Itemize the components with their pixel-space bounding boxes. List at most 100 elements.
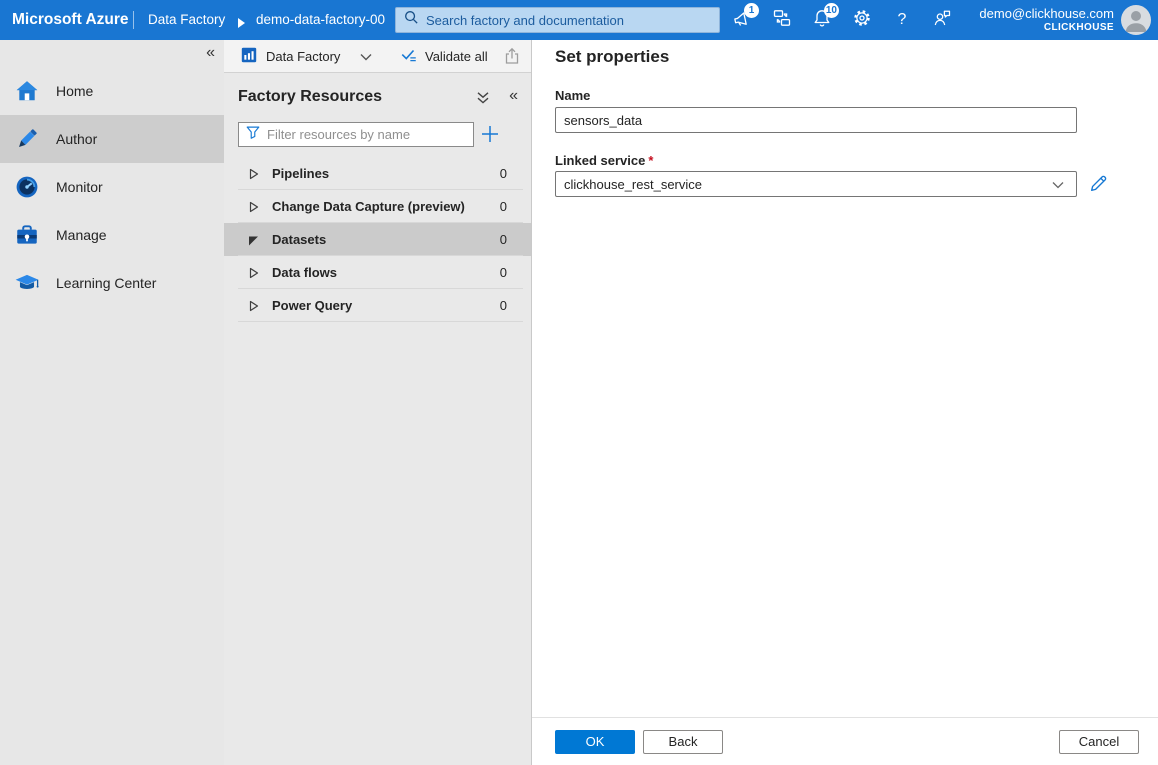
back-button[interactable]: Back xyxy=(643,730,723,754)
nav-collapse-button[interactable]: « xyxy=(206,45,215,61)
search-input[interactable] xyxy=(426,13,711,28)
sidebar-item-learning-center[interactable]: Learning Center xyxy=(0,259,224,307)
chevron-down-icon xyxy=(1052,177,1064,192)
tree-row-datasets[interactable]: Datasets 0 xyxy=(224,223,531,256)
top-header: Microsoft Azure Data Factory demo-data-f… xyxy=(0,0,1158,40)
header-divider xyxy=(133,11,134,29)
tree-row-count: 0 xyxy=(500,298,507,313)
factory-resources-panel: Data Factory Validate all Factory Resour… xyxy=(224,40,532,765)
announcements-button[interactable]: 1 xyxy=(722,0,762,40)
chevron-right-icon xyxy=(246,167,260,181)
add-resource-button[interactable] xyxy=(480,124,500,149)
tree-row-label: Power Query xyxy=(272,298,500,313)
azure-brand: Microsoft Azure xyxy=(12,0,129,40)
gauge-icon xyxy=(14,174,40,200)
cancel-button[interactable]: Cancel xyxy=(1059,730,1139,754)
sidebar-item-label: Author xyxy=(56,131,97,147)
chevron-right-icon xyxy=(246,266,260,280)
chevron-right-icon xyxy=(246,200,260,214)
left-nav: « Home Author Monitor Manage xyxy=(0,40,224,765)
tree-row-count: 0 xyxy=(500,199,507,214)
expand-all-button[interactable] xyxy=(475,90,491,111)
factory-toolbar: Data Factory Validate all xyxy=(224,40,531,73)
panel-collapse-button[interactable]: « xyxy=(509,88,518,104)
tree-row-power-query[interactable]: Power Query 0 xyxy=(224,289,531,322)
ok-button[interactable]: OK xyxy=(555,730,635,754)
breadcrumb-factory-name[interactable]: demo-data-factory-00 xyxy=(256,0,394,40)
linked-service-label-text: Linked service xyxy=(555,153,645,168)
sidebar-item-label: Monitor xyxy=(56,179,103,195)
sidebar-item-author[interactable]: Author xyxy=(0,115,224,163)
linked-service-label: Linked service* xyxy=(555,153,653,168)
edit-pencil-icon xyxy=(1088,181,1109,198)
resource-filter[interactable] xyxy=(238,122,474,147)
data-factory-icon xyxy=(240,46,258,67)
toolbox-icon xyxy=(14,222,40,248)
name-label: Name xyxy=(555,88,590,103)
user-email: demo@clickhouse.com xyxy=(979,5,1114,22)
sidebar-item-label: Manage xyxy=(56,227,107,243)
tree-row-count: 0 xyxy=(500,232,507,247)
breadcrumb-data-factory[interactable]: Data Factory xyxy=(148,0,225,40)
export-icon xyxy=(502,53,522,70)
sidebar-item-label: Home xyxy=(56,83,93,99)
tree-row-count: 0 xyxy=(500,265,507,280)
tree-row-label: Change Data Capture (preview) xyxy=(272,199,500,214)
export-button[interactable] xyxy=(502,46,522,71)
global-search[interactable] xyxy=(395,7,720,33)
gear-icon xyxy=(852,8,872,33)
help-button[interactable]: ? xyxy=(882,0,922,40)
notifications-badge: 10 xyxy=(824,3,839,18)
validate-all-button[interactable]: Validate all xyxy=(400,40,488,72)
sidebar-item-home[interactable]: Home xyxy=(0,67,224,115)
double-chevron-down-icon xyxy=(475,93,491,110)
set-properties-panel: Set properties Name Linked service* clic… xyxy=(532,40,1158,765)
required-asterisk: * xyxy=(648,153,653,168)
data-factory-menu-label: Data Factory xyxy=(266,49,340,64)
avatar[interactable] xyxy=(1121,5,1151,35)
filter-input[interactable] xyxy=(267,127,467,142)
switch-view-icon xyxy=(772,8,792,33)
page-title: Set properties xyxy=(555,47,669,67)
tree-row-data-flows[interactable]: Data flows 0 xyxy=(224,256,531,289)
graduation-cap-icon xyxy=(14,270,40,296)
edit-linked-service-button[interactable] xyxy=(1088,173,1109,199)
notifications-button[interactable]: 10 xyxy=(802,0,842,40)
tree-row-pipelines[interactable]: Pipelines 0 xyxy=(224,157,531,190)
data-factory-menu-button[interactable]: Data Factory xyxy=(240,40,372,72)
linked-service-dropdown[interactable]: clickhouse_rest_service xyxy=(555,171,1077,197)
feedback-person-icon xyxy=(932,8,952,33)
dialog-footer: OK Back Cancel xyxy=(532,717,1158,765)
announcements-badge: 1 xyxy=(744,3,759,18)
search-icon xyxy=(404,10,419,30)
sidebar-item-label: Learning Center xyxy=(56,275,156,291)
chevron-right-icon xyxy=(246,299,260,313)
resources-tree: Pipelines 0 Change Data Capture (preview… xyxy=(224,157,531,322)
validate-all-label: Validate all xyxy=(425,49,488,64)
feedback-button[interactable] xyxy=(922,0,962,40)
chevron-expanded-icon xyxy=(246,233,260,247)
sidebar-item-manage[interactable]: Manage xyxy=(0,211,224,259)
filter-funnel-icon xyxy=(245,124,261,145)
tree-row-count: 0 xyxy=(500,166,507,181)
linked-service-value: clickhouse_rest_service xyxy=(564,177,1052,192)
switch-view-button[interactable] xyxy=(762,0,802,40)
home-icon xyxy=(14,78,40,104)
chevron-down-icon xyxy=(360,49,372,64)
tree-row-label: Datasets xyxy=(272,232,500,247)
account-info[interactable]: demo@clickhouse.com CLICKHOUSE xyxy=(979,5,1114,34)
help-icon: ? xyxy=(898,11,907,29)
settings-button[interactable] xyxy=(842,0,882,40)
plus-icon xyxy=(480,131,500,148)
tree-row-label: Pipelines xyxy=(272,166,500,181)
tree-row-label: Data flows xyxy=(272,265,500,280)
tree-row-change-data-capture[interactable]: Change Data Capture (preview) 0 xyxy=(224,190,531,223)
nav-items: Home Author Monitor Manage Learning Cent xyxy=(0,67,224,307)
name-field[interactable] xyxy=(555,107,1077,133)
header-icon-bar: 1 10 ? xyxy=(722,0,962,40)
sidebar-item-monitor[interactable]: Monitor xyxy=(0,163,224,211)
factory-resources-title: Factory Resources xyxy=(238,88,382,106)
user-tenant: CLICKHOUSE xyxy=(979,22,1114,34)
breadcrumb-caret-icon xyxy=(238,15,245,33)
pencil-icon xyxy=(14,126,40,152)
